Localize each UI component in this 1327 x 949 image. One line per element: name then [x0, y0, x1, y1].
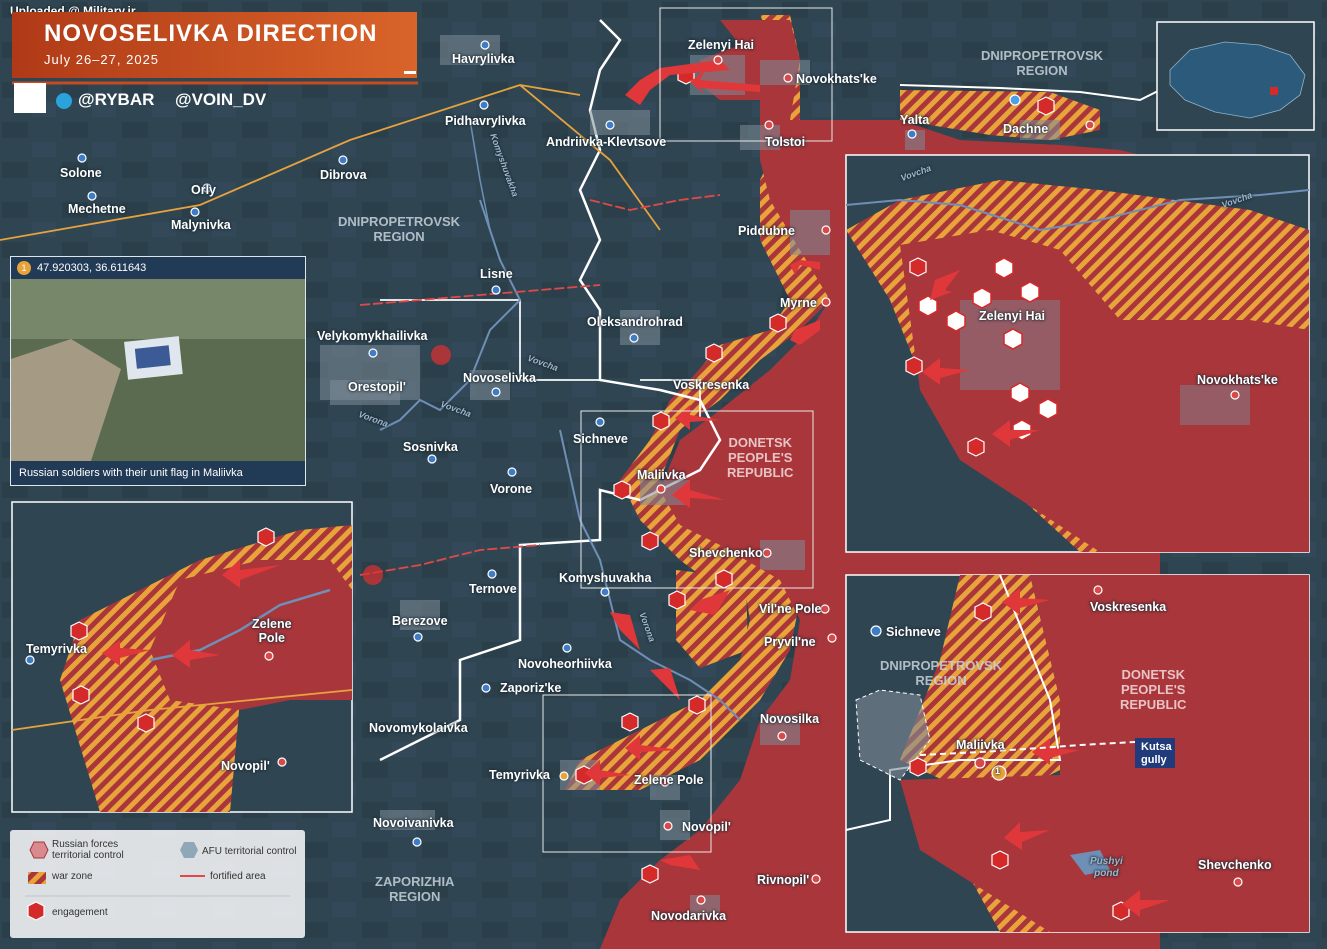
label-oleksandrohrad: Oleksandrohrad: [587, 315, 683, 329]
inset-left-label-zelene-pole: Zelene Pole: [252, 617, 292, 645]
label-piddubne: Piddubne: [738, 224, 795, 238]
inset-br-label-voskresenka: Voskresenka: [1090, 600, 1167, 614]
header-accent: [404, 71, 416, 74]
label-rivnopil: Rivnopil': [757, 873, 810, 887]
label-temyrivka: Temyrivka: [489, 768, 550, 782]
label-novoivanivka: Novoivanivka: [373, 816, 454, 830]
region-dnipro-top: DNIPROPETROVSK REGION: [981, 48, 1104, 78]
region-dnipro-inset: DNIPROPETROVSK REGION: [880, 658, 1003, 688]
header-banner: NOVOSELIVKA DIRECTION July 26–27, 2025: [12, 12, 417, 78]
inset-br-label-shevchenko: Shevchenko: [1198, 858, 1272, 872]
inset-tr-label-novokhatske: Novokhats'ke: [1197, 373, 1278, 387]
region-dnipro-main: DNIPROPETROVSK REGION: [338, 214, 461, 244]
label-novoheorhiivka: Novoheorhiivka: [518, 657, 612, 671]
label-havrylivka: Havrylivka: [452, 52, 515, 66]
telegram-icon: [56, 93, 72, 109]
inset-left-label-temyrivka: Temyrivka: [26, 642, 87, 656]
label-novoselivka: Novoselivka: [463, 371, 536, 385]
label-lisne: Lisne: [480, 267, 513, 281]
temyrivka-dot: [559, 771, 569, 781]
label-yalta: Yalta: [900, 113, 930, 127]
label-vilne-pole: Vil'ne Pole: [759, 602, 822, 616]
label-novopil: Novopil': [682, 820, 731, 834]
inset-tr-label-zelenyi-hai: Zelenyi Hai: [979, 309, 1045, 323]
label-mechetne: Mechetne: [68, 202, 126, 216]
strike-glow: [431, 345, 451, 365]
qr-code-icon[interactable]: [14, 83, 46, 113]
region-donetsk-main: DONETSK PEOPLE'S REPUBLIC: [727, 435, 794, 480]
legend: Russian forces territorial control AFU t…: [10, 830, 305, 938]
map-title: NOVOSELIVKA DIRECTION: [44, 20, 378, 47]
label-maliivka: Maliivka: [637, 468, 686, 482]
overview-map-focus: [1270, 87, 1278, 95]
inset-left-temyrivka-dot: [25, 655, 35, 665]
label-novomykolaivka: Novomykolaivka: [369, 721, 468, 735]
label-sosnivka: Sosnivka: [403, 440, 458, 454]
inset-br-maliivka-dot: [974, 757, 986, 769]
label-pidhavrylivka: Pidhavrylivka: [445, 114, 526, 128]
legend-russian-control: Russian forces territorial control: [52, 839, 124, 861]
photo-panel: 1 47.920303, 36.611643 Russian soldiers w…: [10, 256, 306, 486]
label-velykomykhailivka: Velykomykhailivka: [317, 329, 428, 343]
social-voin[interactable]: @VOIN_DV: [175, 90, 266, 110]
social-rybar[interactable]: @RYBAR: [78, 90, 154, 110]
label-novosilka: Novosilka: [760, 712, 820, 726]
label-malynivka: Malynivka: [171, 218, 231, 232]
legend-engagement: engagement: [52, 907, 108, 918]
label-dachne: Dachne: [1003, 122, 1049, 136]
map-date: July 26–27, 2025: [44, 52, 160, 67]
inset-br-marker: 1: [995, 766, 1001, 776]
label-tolstoi: Tolstoi: [765, 135, 806, 149]
label-shevchenko: Shevchenko: [689, 546, 763, 560]
inset-tr-settlement-2: [1180, 385, 1250, 425]
label-vorone: Vorone: [490, 482, 533, 496]
label-orestopil: Orestopil': [348, 380, 406, 394]
photo-coordinates-bar: 1 47.920303, 36.611643: [11, 257, 305, 279]
label-dibrova: Dibrova: [320, 168, 367, 182]
label-andriivka: Andriivka-Klevtsove: [546, 135, 667, 149]
inset-left-russian: [150, 560, 352, 710]
photo-image: [11, 279, 305, 461]
label-zelene-pole: Zelene Pole: [634, 773, 704, 787]
photo-coordinates: 47.920303, 36.611643: [37, 262, 147, 274]
label-sichneve: Sichneve: [573, 432, 628, 446]
inset-br-label-sichneve: Sichneve: [886, 625, 941, 639]
inset-br-label-pond: Pushyi pond: [1090, 856, 1123, 879]
label-solone: Solone: [60, 166, 102, 180]
region-zaporizhia: ZAPORIZHIA REGION: [375, 874, 455, 904]
label-komyshuvakha: Komyshuvakha: [559, 571, 652, 585]
inset-left-label-novopil: Novopil': [221, 759, 270, 773]
label-zelenyi-hai: Zelenyi Hai: [688, 38, 754, 52]
label-ternove: Ternove: [469, 582, 517, 596]
strike-glow-2: [363, 565, 383, 585]
label-novodarivka: Novodarivka: [651, 909, 727, 923]
legend-war-zone: war zone: [52, 871, 93, 882]
inset-br-label-maliivka: Maliivka: [956, 738, 1005, 752]
label-orly: Orly: [191, 183, 217, 197]
kutsa-gully-sign: Kutsa gully: [1135, 738, 1175, 768]
photo-caption: Russian soldiers with their unit flag in…: [11, 461, 305, 485]
photo-caption-text: Russian soldiers with their unit flag in…: [19, 467, 243, 479]
legend-fortified: fortified area: [210, 871, 266, 882]
label-berezove: Berezove: [392, 614, 448, 628]
label-novokhatske: Novokhats'ke: [796, 72, 877, 86]
label-myrne: Myrne: [780, 296, 817, 310]
photo-marker: 1: [17, 261, 31, 275]
region-donetsk-inset: DONETSK PEOPLE'S REPUBLIC: [1120, 667, 1187, 712]
label-zaporizke: Zaporiz'ke: [500, 681, 562, 695]
legend-afu-control: AFU territorial control: [202, 846, 297, 857]
label-voskresenka: Voskresenka: [673, 378, 750, 392]
label-pryvilne: Pryvil'ne: [764, 635, 816, 649]
